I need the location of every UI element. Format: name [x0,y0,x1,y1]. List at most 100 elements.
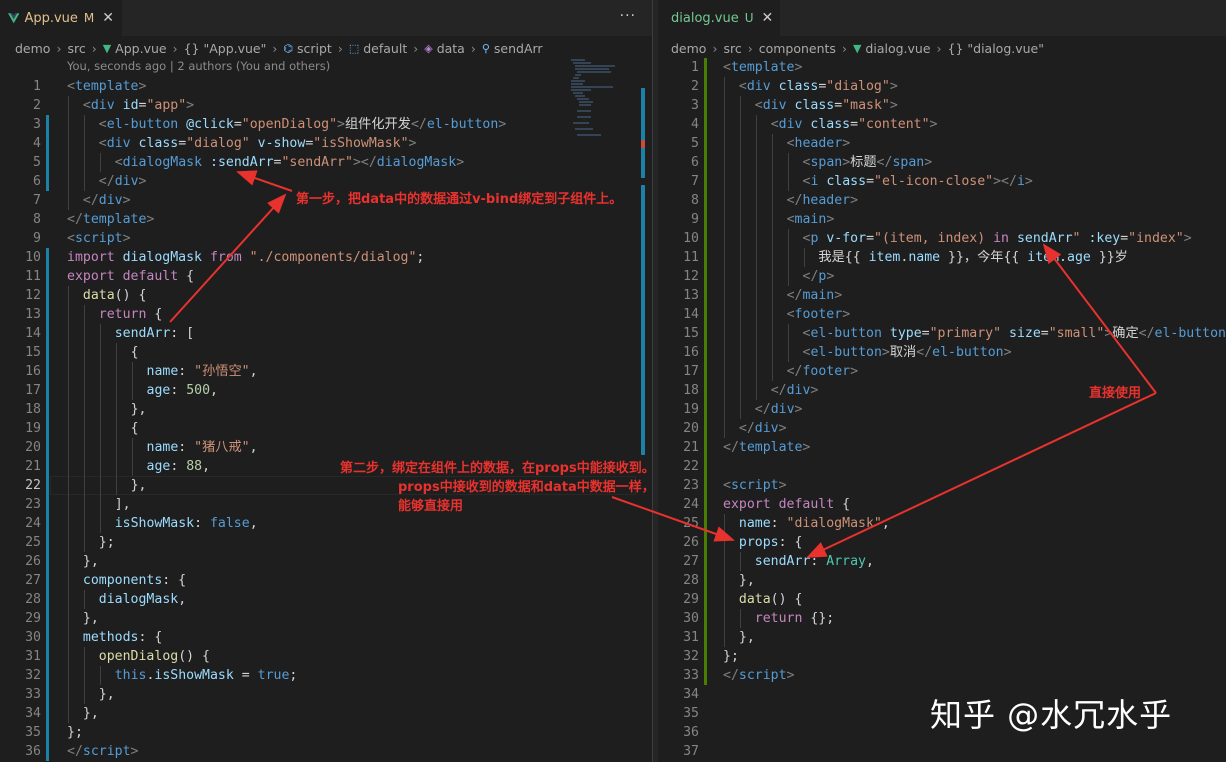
line-number[interactable]: 29 [0,609,41,628]
git-modified-marker[interactable] [46,685,49,704]
line-number[interactable]: 30 [0,628,41,647]
code-line[interactable]: 34}, [0,704,652,723]
code-line[interactable]: 10 import dialogMask from "./components/d… [0,248,652,267]
git-added-marker[interactable] [704,590,707,609]
code-line[interactable]: 33}, [0,685,652,704]
line-number[interactable]: 25 [658,514,699,533]
line-number[interactable]: 3 [658,96,699,115]
git-modified-marker[interactable] [46,647,49,666]
line-number[interactable]: 12 [0,286,41,305]
git-modified-marker[interactable] [46,704,49,723]
line-number[interactable]: 15 [658,324,699,343]
git-added-marker[interactable] [704,571,707,590]
git-modified-marker[interactable] [46,438,49,457]
code-line[interactable]: 1 <template> [0,77,652,96]
git-added-marker[interactable] [704,533,707,552]
code-line[interactable]: 14 <footer> [658,305,1226,324]
line-number[interactable]: 16 [658,343,699,362]
line-number[interactable]: 28 [658,571,699,590]
code-line[interactable]: 17 age: 500, [0,381,652,400]
git-blame-info[interactable]: You, seconds ago | 2 authors (You and ot… [67,59,330,73]
code-line[interactable]: 24 isShowMask: false, [0,514,652,533]
line-number[interactable]: 8 [658,191,699,210]
line-number[interactable]: 20 [658,419,699,438]
line-number[interactable]: 10 [658,229,699,248]
code-line[interactable]: 5 <header> [658,134,1226,153]
line-number[interactable]: 31 [658,628,699,647]
code-line[interactable]: 28}, [658,571,1226,590]
code-line[interactable]: 18}, [0,400,652,419]
tab-dialog-vue[interactable]: dialog.vue U ✕ [658,0,780,36]
git-added-marker[interactable] [704,647,707,666]
git-modified-marker[interactable] [46,609,49,628]
line-number[interactable]: 2 [0,96,41,115]
breadcrumb-item[interactable]: {} "dialog.vue" [948,41,1044,56]
code-line[interactable]: 9 <script> [0,229,652,248]
code-line[interactable]: 31}, [658,628,1226,647]
git-added-marker[interactable] [704,153,707,172]
line-number[interactable]: 11 [658,248,699,267]
breadcrumb-item[interactable]: ⬚ default [349,41,407,56]
code-line[interactable]: 17 </footer> [658,362,1226,381]
git-modified-marker[interactable] [46,723,49,742]
code-line[interactable]: 10 <p v-for="(item, index) in sendArr" :k… [658,229,1226,248]
git-modified-marker[interactable] [46,533,49,552]
git-added-marker[interactable] [704,324,707,343]
code-line[interactable]: 23 <script> [658,476,1226,495]
code-line[interactable]: 2 <div class="dialog"> [658,77,1226,96]
line-number[interactable]: 6 [658,153,699,172]
git-modified-marker[interactable] [46,248,49,267]
code-line[interactable]: 29}, [0,609,652,628]
code-line[interactable]: 27 sendArr: Array, [658,552,1226,571]
git-added-marker[interactable] [704,438,707,457]
git-added-marker[interactable] [704,495,707,514]
line-number[interactable]: 2 [658,77,699,96]
minimap[interactable] [565,58,645,138]
code-line[interactable]: 26 props: { [658,533,1226,552]
git-modified-marker[interactable] [46,134,49,153]
code-line[interactable]: 21 </template> [658,438,1226,457]
line-number[interactable]: 13 [658,286,699,305]
git-modified-marker[interactable] [46,305,49,324]
line-number[interactable]: 29 [658,590,699,609]
git-added-marker[interactable] [704,419,707,438]
line-number[interactable]: 26 [658,533,699,552]
code-line[interactable]: 27 components: { [0,571,652,590]
git-modified-marker[interactable] [46,153,49,172]
git-modified-marker[interactable] [46,552,49,571]
code-line[interactable]: 25 name: "dialogMask", [658,514,1226,533]
line-number[interactable]: 34 [0,704,41,723]
line-number[interactable]: 8 [0,210,41,229]
line-number[interactable]: 14 [0,324,41,343]
line-number[interactable]: 24 [658,495,699,514]
git-added-marker[interactable] [704,286,707,305]
line-number[interactable]: 19 [658,400,699,419]
code-line[interactable]: 28 dialogMask, [0,590,652,609]
line-number[interactable]: 7 [658,172,699,191]
git-added-marker[interactable] [704,58,707,77]
git-added-marker[interactable] [704,267,707,286]
code-line[interactable]: 20 </div> [658,419,1226,438]
code-line[interactable]: 19 { [0,419,652,438]
code-line[interactable]: 12 </p> [658,267,1226,286]
code-line[interactable]: 37 [658,742,1226,761]
git-added-marker[interactable] [704,172,707,191]
line-number[interactable]: 11 [0,267,41,286]
line-number[interactable]: 22 [658,457,699,476]
git-modified-marker[interactable] [46,381,49,400]
line-number[interactable]: 30 [658,609,699,628]
line-number[interactable]: 23 [658,476,699,495]
line-number[interactable]: 37 [658,742,699,761]
line-number[interactable]: 16 [0,362,41,381]
git-added-marker[interactable] [704,628,707,647]
code-line[interactable]: 16 name: "孙悟空", [0,362,652,381]
git-modified-marker[interactable] [46,362,49,381]
line-number[interactable]: 6 [0,172,41,191]
breadcrumb-item[interactable]: demo [15,41,50,56]
line-number[interactable]: 32 [658,647,699,666]
code-line[interactable]: 9 <main> [658,210,1226,229]
git-added-marker[interactable] [704,362,707,381]
code-line[interactable]: 14 sendArr: [ [0,324,652,343]
git-added-marker[interactable] [704,115,707,134]
line-number[interactable]: 7 [0,191,41,210]
